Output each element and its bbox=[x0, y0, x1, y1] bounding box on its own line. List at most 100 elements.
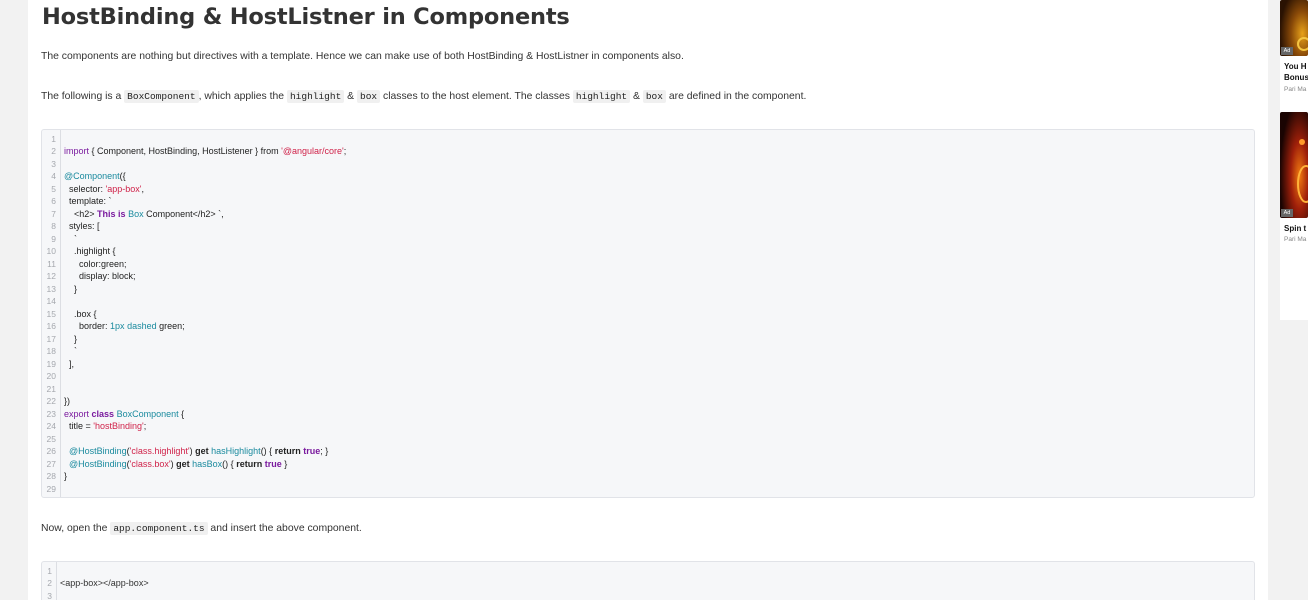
code-line: }) bbox=[42, 395, 1254, 408]
code-line: export class BoxComponent { bbox=[42, 408, 1254, 421]
code-token: } bbox=[64, 471, 68, 481]
code-token: border: bbox=[64, 321, 111, 331]
code-token: get bbox=[195, 446, 209, 456]
ad-headline[interactable]: Spin t bbox=[1284, 223, 1306, 234]
text: and insert the above component. bbox=[207, 523, 362, 534]
sidebar-ads: Ad You H Bonus Pari Ma Ad Spin t Pari Ma bbox=[1280, 0, 1308, 320]
inline-code: highlight bbox=[286, 90, 345, 103]
ad-headline[interactable]: You H bbox=[1284, 61, 1307, 72]
code-line: color:green; bbox=[42, 258, 1254, 271]
ad-image[interactable] bbox=[1280, 112, 1308, 218]
code-token: get bbox=[176, 458, 190, 469]
code-token: ({ bbox=[119, 171, 126, 181]
code-line: import { Component, HostBinding, HostLis… bbox=[42, 145, 1254, 158]
code-token: Box bbox=[128, 208, 144, 219]
line-number-row: 29 bbox=[42, 483, 1254, 496]
now-open-paragraph: Now, open the app.component.ts and inser… bbox=[41, 522, 362, 535]
code-token: This is bbox=[97, 208, 126, 219]
text: Now, open the bbox=[41, 523, 111, 534]
text: & bbox=[344, 91, 357, 102]
code-token: } bbox=[281, 458, 288, 469]
code-token: from bbox=[260, 146, 279, 156]
code-line: ` bbox=[42, 233, 1254, 246]
code-token: class bbox=[91, 408, 115, 419]
code-line: } bbox=[42, 470, 1254, 483]
code-block-box-component[interactable]: 1 2 3 4 5 6 7 8 9 10 11 12 13 14 15 16 17 18 19 20 21 22 23 24 2… bbox=[41, 129, 1255, 498]
code-line: @HostBinding('class.box') get hasBox() {… bbox=[42, 458, 1254, 471]
line-number-row: 3 bbox=[42, 158, 1254, 171]
section-heading: HostBinding & HostListner in Components bbox=[42, 4, 570, 30]
code-token: import bbox=[64, 146, 90, 156]
code-token: true bbox=[264, 458, 282, 469]
text: , which applies the bbox=[198, 91, 287, 102]
code-line: .box { bbox=[42, 308, 1254, 321]
line-number-row: 1 bbox=[42, 133, 1254, 146]
code-line: .highlight { bbox=[42, 245, 1254, 258]
inline-code: box bbox=[357, 90, 381, 103]
code-token: return bbox=[274, 446, 301, 456]
inline-code: app.component.ts bbox=[110, 522, 208, 535]
code-token: ` bbox=[64, 346, 77, 356]
code-line: } bbox=[42, 283, 1254, 296]
code-token: () { bbox=[260, 446, 275, 456]
code-line: @Component({ bbox=[42, 170, 1254, 183]
code-token: } bbox=[64, 283, 78, 294]
code-token: 'app-box' bbox=[105, 183, 142, 194]
code-token: ; bbox=[343, 146, 347, 156]
ad-badge: Ad bbox=[1281, 209, 1293, 217]
code-token: () { bbox=[222, 458, 237, 469]
code-token: 1px bbox=[110, 321, 125, 331]
code-line: title = 'hostBinding'; bbox=[42, 420, 1254, 433]
line-number-row: 3 bbox=[42, 590, 1254, 600]
ad-source: Pari Ma bbox=[1284, 236, 1307, 243]
line-number: 3 bbox=[47, 590, 52, 600]
code-token: '@angular/core' bbox=[281, 146, 344, 156]
code-token: ; } bbox=[320, 446, 329, 456]
code-line: ], bbox=[42, 358, 1254, 371]
code-token: { bbox=[178, 408, 185, 419]
code-token: 'hostBinding' bbox=[93, 421, 144, 431]
line-number: 14 bbox=[46, 296, 56, 306]
code-token: @HostBinding bbox=[64, 446, 127, 456]
line-number-row: 20 bbox=[42, 370, 1254, 383]
code-line: display: block; bbox=[42, 270, 1254, 283]
inline-code: box bbox=[642, 90, 666, 103]
text: The following is a bbox=[41, 91, 125, 102]
code-token: @HostBinding bbox=[64, 458, 127, 469]
line-number: 1 bbox=[47, 565, 52, 576]
code-token: green; bbox=[156, 321, 185, 331]
code-token: return bbox=[236, 458, 263, 469]
code-token: title = bbox=[64, 421, 94, 431]
ad-headline[interactable]: Bonus bbox=[1284, 72, 1308, 83]
code-token: ` bbox=[64, 233, 77, 244]
code-block-app-box[interactable]: 123 <app-box></app-box> bbox=[41, 561, 1255, 600]
code-token: BoxComponent bbox=[116, 408, 179, 419]
line-number: 21 bbox=[46, 383, 56, 394]
line-number-row: 1 bbox=[42, 565, 1254, 578]
code-token: , bbox=[141, 183, 144, 194]
code-line: } bbox=[42, 333, 1254, 346]
line-number: 3 bbox=[51, 158, 56, 169]
code-token: color:green; bbox=[64, 258, 127, 269]
code-token: ; bbox=[143, 421, 147, 431]
code-token: .box { bbox=[64, 308, 97, 319]
code-token: display: block; bbox=[64, 271, 136, 281]
intro-paragraph: The components are nothing but directive… bbox=[41, 51, 684, 62]
code-token: template: ` bbox=[64, 196, 112, 206]
text: are defined in the component. bbox=[665, 91, 807, 102]
code-line: selector: 'app-box', bbox=[42, 183, 1254, 196]
code-line: @HostBinding('class.highlight') get hasH… bbox=[42, 445, 1254, 458]
code-token: <app-box></app-box> bbox=[60, 578, 149, 588]
code-token: <h2> bbox=[64, 208, 98, 219]
line-number-row: 25 bbox=[42, 433, 1254, 446]
text: classes to the host element. The classes bbox=[380, 91, 573, 102]
text: & bbox=[630, 91, 643, 102]
line-number: 1 bbox=[51, 133, 56, 144]
code-token: 'class.highlight' bbox=[129, 446, 190, 456]
code-token: .highlight { bbox=[64, 246, 116, 256]
code-line: <h2> This is Box Component</h2> `, bbox=[42, 208, 1254, 221]
article-content: HostBinding & HostListner in Components … bbox=[28, 0, 1268, 600]
code-token: styles: [ bbox=[64, 221, 100, 231]
line-number: 25 bbox=[46, 433, 56, 444]
code-token: { Component, HostBinding, HostListener } bbox=[89, 146, 261, 156]
